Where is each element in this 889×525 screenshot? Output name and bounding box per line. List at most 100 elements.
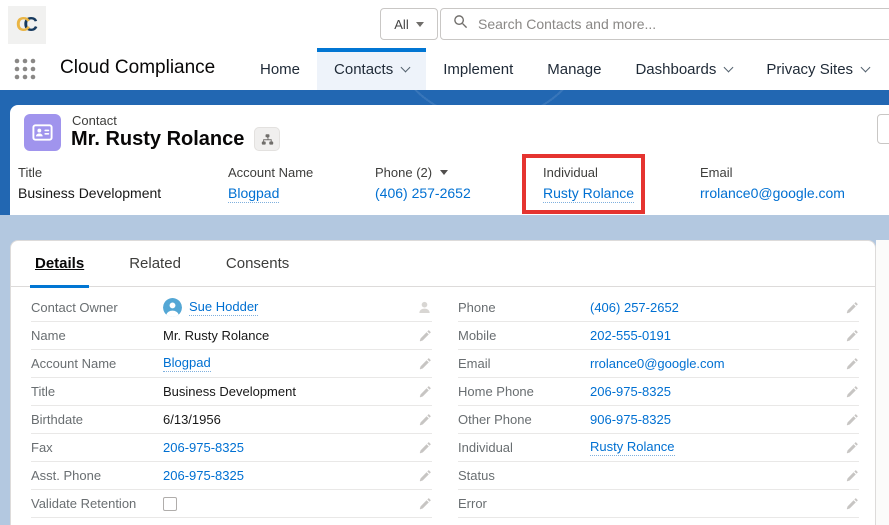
search-scope-dropdown[interactable]: All bbox=[380, 8, 438, 40]
chevron-down-icon bbox=[861, 62, 871, 72]
change-owner-icon[interactable] bbox=[417, 300, 432, 315]
search-input[interactable] bbox=[478, 16, 889, 32]
tab-related[interactable]: Related bbox=[129, 241, 181, 287]
field-label: Validate Retention bbox=[31, 496, 163, 511]
field-label: Other Phone bbox=[458, 412, 590, 427]
edit-pencil-icon[interactable] bbox=[418, 497, 432, 511]
highlight-label: Phone (2) bbox=[375, 165, 432, 180]
field-value[interactable]: Blogpad bbox=[163, 355, 418, 372]
edit-pencil-icon[interactable] bbox=[845, 413, 859, 427]
field-row-email: Emailrrolance0@google.com bbox=[458, 350, 859, 378]
nav-item-manage[interactable]: Manage bbox=[530, 48, 618, 90]
highlight-field-account-name: Account NameBlogpad bbox=[228, 165, 313, 201]
app-launcher-icon[interactable] bbox=[14, 58, 36, 80]
edit-pencil-icon[interactable] bbox=[418, 357, 432, 371]
field-value: Mr. Rusty Rolance bbox=[163, 328, 418, 343]
app-window: C C All Cloud Compliance Home Contacts bbox=[0, 0, 889, 525]
owner-avatar bbox=[163, 298, 182, 317]
nav-item-label: Home bbox=[260, 61, 300, 78]
highlights-panel: TitleBusiness Development Account NameBlo… bbox=[10, 160, 889, 215]
detail-column-right: Phone(406) 257-2652Mobile202-555-0191Ema… bbox=[458, 294, 859, 518]
highlight-value[interactable]: Blogpad bbox=[228, 185, 313, 201]
field-label: Title bbox=[31, 384, 163, 399]
field-label: Home Phone bbox=[458, 384, 590, 399]
search-icon bbox=[453, 14, 468, 34]
field-value[interactable]: 202-555-0191 bbox=[590, 328, 845, 343]
caret-down-icon bbox=[416, 22, 424, 27]
edit-pencil-icon[interactable] bbox=[845, 301, 859, 315]
record-header-card: Contact Mr. Rusty Rolance TitleBusiness … bbox=[10, 105, 889, 215]
field-label: Mobile bbox=[458, 328, 590, 343]
record-title: Mr. Rusty Rolance bbox=[71, 128, 244, 151]
search-scope-label: All bbox=[394, 17, 408, 32]
app-name: Cloud Compliance bbox=[60, 57, 215, 79]
nav-item-dashboards[interactable]: Dashboards bbox=[618, 48, 749, 90]
field-row-phone: Phone(406) 257-2652 bbox=[458, 294, 859, 322]
edit-pencil-icon[interactable] bbox=[418, 413, 432, 427]
field-label: Name bbox=[31, 328, 163, 343]
record-action-button[interactable] bbox=[877, 114, 889, 144]
company-logo: C C bbox=[8, 6, 46, 44]
highlight-field-phone-2: Phone (2) (406) 257-2652 bbox=[375, 165, 471, 201]
edit-pencil-icon[interactable] bbox=[418, 469, 432, 483]
edit-pencil-icon[interactable] bbox=[845, 329, 859, 343]
field-row-account-name: Account NameBlogpad bbox=[31, 350, 432, 378]
record-tabs: Details Related Consents bbox=[11, 241, 875, 287]
field-value: Business Development bbox=[163, 384, 418, 399]
highlight-value[interactable]: Rusty Rolance bbox=[543, 185, 634, 201]
record-detail-card: Details Related Consents Contact OwnerSue … bbox=[10, 240, 876, 525]
tab-consents[interactable]: Consents bbox=[226, 241, 289, 287]
field-row-name: NameMr. Rusty Rolance bbox=[31, 322, 432, 350]
field-label: Phone bbox=[458, 300, 590, 315]
field-row-mobile: Mobile202-555-0191 bbox=[458, 322, 859, 350]
field-value[interactable]: 206-975-8325 bbox=[590, 384, 845, 399]
field-row-contact-owner: Contact OwnerSue Hodder bbox=[31, 294, 432, 322]
highlight-label: Title bbox=[18, 165, 42, 180]
edit-pencil-icon[interactable] bbox=[845, 441, 859, 455]
edit-pencil-icon[interactable] bbox=[418, 441, 432, 455]
edit-pencil-icon[interactable] bbox=[418, 329, 432, 343]
field-label: Account Name bbox=[31, 356, 163, 371]
field-row-home-phone: Home Phone206-975-8325 bbox=[458, 378, 859, 406]
edit-pencil-icon[interactable] bbox=[845, 385, 859, 399]
highlight-label: Individual bbox=[543, 165, 598, 180]
highlight-value[interactable]: rrolance0@google.com bbox=[700, 185, 845, 201]
checkbox-unchecked[interactable] bbox=[163, 497, 177, 511]
field-value[interactable]: rrolance0@google.com bbox=[590, 356, 845, 371]
field-label: Birthdate bbox=[31, 412, 163, 427]
nav-item-contacts[interactable]: Contacts bbox=[317, 48, 426, 90]
field-label: Email bbox=[458, 356, 590, 371]
edit-pencil-icon[interactable] bbox=[845, 497, 859, 511]
field-value[interactable]: 206-975-8325 bbox=[163, 468, 418, 483]
field-value: 6/13/1956 bbox=[163, 412, 418, 427]
nav-item-home[interactable]: Home bbox=[243, 48, 317, 90]
edit-pencil-icon[interactable] bbox=[418, 385, 432, 399]
field-row-fax: Fax206-975-8325 bbox=[31, 434, 432, 462]
global-search[interactable] bbox=[440, 8, 889, 40]
field-row-asst-phone: Asst. Phone206-975-8325 bbox=[31, 462, 432, 490]
nav-item-privacy-sites[interactable]: Privacy Sites bbox=[749, 48, 886, 90]
field-row-status: Status bbox=[458, 462, 859, 490]
global-header: C C All bbox=[0, 0, 889, 48]
highlight-field-title: TitleBusiness Development bbox=[18, 165, 161, 201]
phone-dropdown-icon[interactable] bbox=[440, 170, 448, 175]
app-navbar: Cloud Compliance Home ContactsImplementMa… bbox=[0, 48, 889, 90]
field-row-error: Error bbox=[458, 490, 859, 518]
highlight-value[interactable]: (406) 257-2652 bbox=[375, 185, 471, 201]
vertical-scrollbar[interactable] bbox=[876, 240, 889, 525]
field-label: Error bbox=[458, 496, 590, 511]
field-label: Contact Owner bbox=[31, 300, 163, 315]
view-hierarchy-button[interactable] bbox=[254, 127, 280, 151]
field-value[interactable]: (406) 257-2652 bbox=[590, 300, 845, 315]
tab-details[interactable]: Details bbox=[35, 241, 84, 287]
field-value[interactable]: Rusty Rolance bbox=[590, 439, 845, 456]
edit-pencil-icon[interactable] bbox=[845, 357, 859, 371]
field-value[interactable]: 206-975-8325 bbox=[163, 440, 418, 455]
field-value[interactable]: 906-975-8325 bbox=[590, 412, 845, 427]
highlight-field-individual: Individual Rusty Rolance bbox=[543, 165, 634, 201]
nav-item-implement[interactable]: Implement bbox=[426, 48, 530, 90]
field-value[interactable]: Sue Hodder bbox=[163, 298, 417, 317]
field-label: Status bbox=[458, 468, 590, 483]
field-value bbox=[163, 497, 418, 511]
edit-pencil-icon[interactable] bbox=[845, 469, 859, 483]
